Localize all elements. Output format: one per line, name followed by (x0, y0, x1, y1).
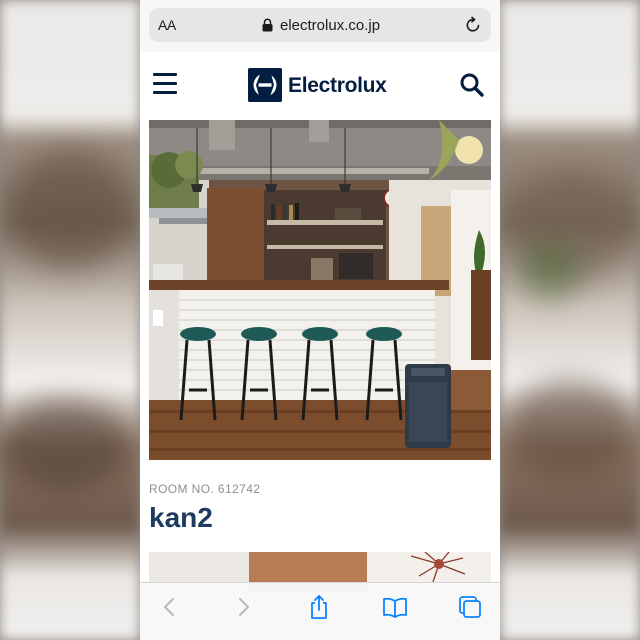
blurred-right-panel (500, 0, 640, 640)
hamburger-menu-icon[interactable] (153, 73, 179, 95)
blur-blob (10, 150, 130, 270)
browser-toolbar (140, 582, 500, 640)
chevron-left-icon[interactable] (155, 592, 185, 622)
blurred-left-panel (0, 0, 140, 640)
brand-name: Electrolux (288, 74, 387, 97)
search-icon[interactable] (459, 72, 485, 98)
address-bar[interactable]: AA electrolux.co.jp (149, 8, 491, 42)
text-size-button[interactable]: AA (158, 17, 176, 33)
room-photo[interactable] (149, 120, 491, 460)
text-size-label: AA (158, 17, 176, 33)
browser-address-area: AA electrolux.co.jp (140, 0, 500, 52)
blur-blob (520, 240, 580, 300)
blur-blob (0, 400, 130, 490)
url-text: electrolux.co.jp (280, 17, 381, 34)
tabs-icon[interactable] (455, 592, 485, 622)
share-icon[interactable] (304, 592, 334, 622)
electrolux-logo-icon (248, 68, 282, 102)
bookmarks-icon[interactable] (380, 592, 410, 622)
room-number-label: ROOM NO. 612742 (149, 482, 261, 496)
site-header: Electrolux (140, 52, 500, 120)
reload-icon[interactable] (464, 16, 482, 34)
room-title[interactable]: kan2 (149, 502, 213, 534)
phone-screen: AA electrolux.co.jp Electrolux ROOM NO. … (140, 0, 500, 640)
blur-blob (505, 380, 635, 480)
chevron-right-icon[interactable] (228, 592, 258, 622)
lock-icon (262, 18, 273, 32)
kitchen-photo-illustration (149, 120, 491, 460)
